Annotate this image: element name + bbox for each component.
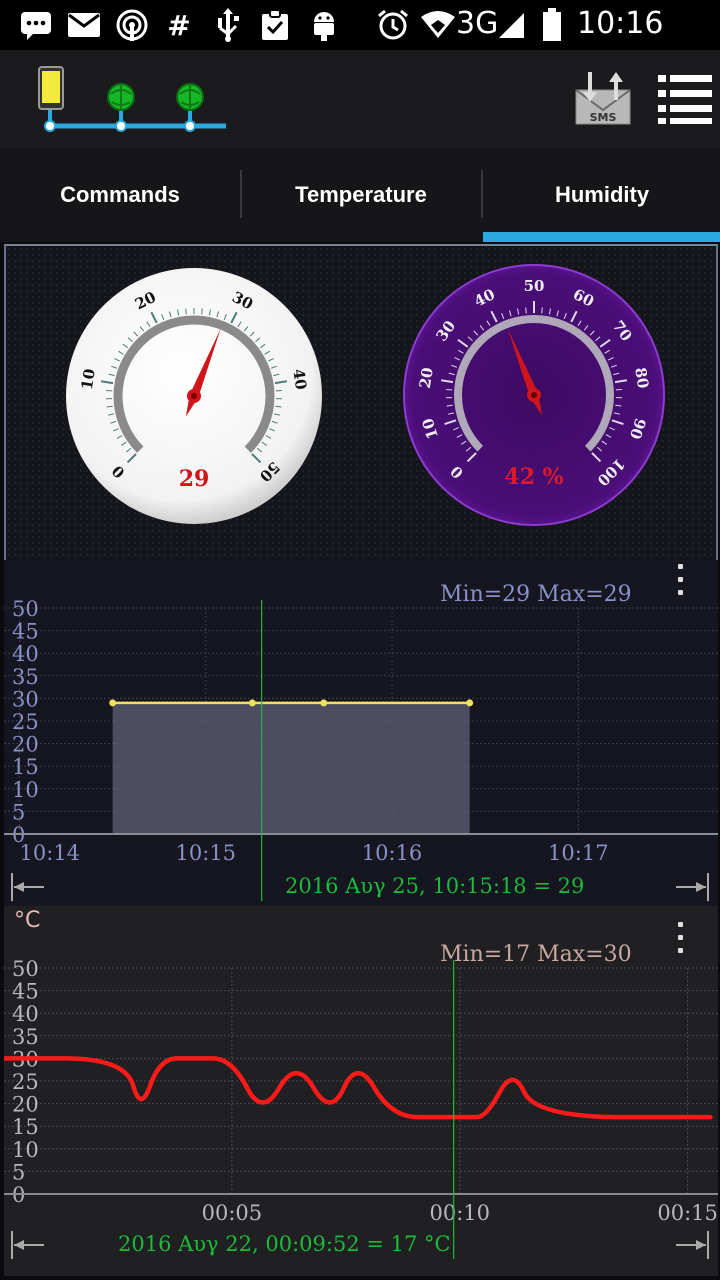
gauge-tick-label: 80 — [631, 366, 652, 389]
x-tick-label: 10:15 — [176, 841, 237, 865]
app-bar: SMS — [0, 50, 720, 148]
status-bar: # 3G 10:16 π.μ. — [0, 0, 720, 76]
y-tick-label: 20 — [12, 1093, 39, 1117]
y-tick-label: 10 — [12, 778, 39, 802]
data-point — [320, 699, 328, 707]
y-tick-label: 25 — [12, 710, 39, 734]
data-point — [466, 699, 474, 707]
x-tick-label: 00:05 — [202, 1201, 263, 1225]
x-tick-label: 00:10 — [429, 1201, 490, 1225]
data-point — [248, 699, 256, 707]
y-tick-label: 5 — [12, 1160, 25, 1184]
mail-icon — [66, 8, 102, 42]
x-tick-label: 00:15 — [657, 1201, 718, 1225]
gauge-tick-label: 40 — [289, 368, 310, 391]
network-type: 3G — [456, 6, 499, 41]
y-tick-label: 40 — [12, 642, 39, 666]
data-point — [109, 699, 117, 707]
humidity-gauge: 010203040 50 60708090100 42 % — [403, 264, 665, 526]
tab-humidity[interactable]: Humidity — [482, 148, 720, 242]
y-tick-label: 15 — [12, 1115, 39, 1139]
temperature-readout: 29 — [179, 466, 210, 492]
svg-text:SMS: SMS — [590, 111, 617, 124]
tab-commands[interactable]: Commands — [0, 148, 240, 242]
temperature-gauge: 01020 304050 29 — [66, 268, 322, 524]
usb-icon — [212, 8, 244, 42]
x-tick-label: 10:16 — [362, 841, 423, 865]
alarm-icon — [376, 8, 410, 42]
x-tick-label: 10:17 — [548, 841, 609, 865]
tab-bar: Commands Temperature Humidity — [0, 148, 720, 242]
area-fill — [112, 702, 470, 834]
selected-tab-indicator — [483, 232, 720, 242]
clipboard-check-icon — [258, 8, 292, 42]
scroll-left-arrow-icon[interactable] — [11, 1231, 44, 1259]
gauge-tick-label: 10 — [78, 368, 99, 391]
y-tick-label: 35 — [12, 665, 39, 689]
y-tick-label: 5 — [12, 800, 25, 824]
gauge-tick — [201, 308, 203, 315]
series-line — [4, 1056, 713, 1120]
phone-network-icon — [34, 64, 230, 136]
battery-icon — [540, 8, 564, 42]
y-tick-label: 20 — [12, 733, 39, 757]
x-tick-label: 10:14 — [20, 841, 81, 865]
y-tick-label: 50 — [12, 957, 39, 981]
scroll-right-arrow-icon[interactable] — [676, 1231, 709, 1259]
gauge-tick — [541, 307, 543, 314]
hotspot-icon — [114, 8, 150, 42]
y-tick-label: 35 — [12, 1025, 39, 1049]
y-tick-label: 40 — [12, 1002, 39, 1026]
gauge-tick-label: 20 — [416, 366, 437, 389]
wifi-icon — [420, 8, 456, 42]
hash-icon: # — [167, 8, 191, 42]
cursor-readout: 2016 Αυγ 25, 10:15:18 = 29 — [285, 874, 584, 898]
gauge-tick — [525, 307, 527, 314]
y-tick-label: 10 — [12, 1138, 39, 1162]
temperature-chart-plot: 5045403530252015105000:0500:1000:152016 … — [4, 957, 718, 1259]
y-tick-label: 45 — [12, 980, 39, 1004]
hamburger-menu-icon[interactable] — [656, 72, 714, 126]
scroll-left-arrow-icon[interactable] — [11, 873, 44, 901]
sms-envelope-icon[interactable]: SMS — [572, 70, 634, 126]
y-tick-label: 30 — [12, 687, 39, 711]
humidity-readout: 42 % — [504, 464, 563, 490]
tab-temperature[interactable]: Temperature — [241, 148, 481, 242]
gauge-tick-label: 50 — [524, 277, 545, 295]
gauge-tick — [185, 308, 187, 315]
humidity-chart-plot: 5045403530252015105010:1410:1510:1610:17… — [4, 597, 718, 901]
y-tick-label: 25 — [12, 1070, 39, 1094]
y-tick-label: 50 — [12, 597, 39, 621]
message-icon — [18, 8, 54, 42]
signal-icon — [496, 8, 526, 42]
cursor-readout: 2016 Αυγ 22, 00:09:52 = 17 °C — [118, 1232, 451, 1256]
android-icon — [308, 8, 340, 42]
scroll-right-arrow-icon[interactable] — [676, 873, 709, 901]
y-tick-label: 15 — [12, 755, 39, 779]
y-tick-label: 45 — [12, 620, 39, 644]
